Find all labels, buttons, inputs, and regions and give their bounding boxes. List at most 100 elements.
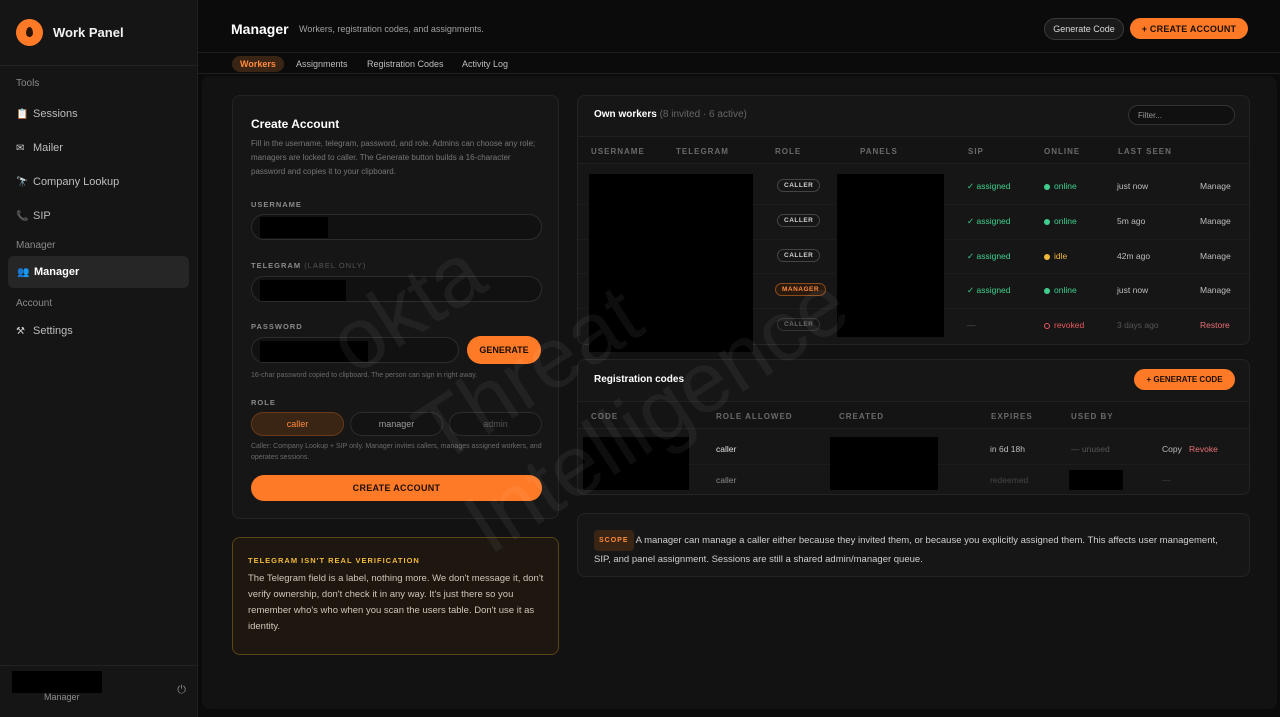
main: Manager Workers, registration codes, and… [198,0,1280,717]
online-status: online [1044,181,1077,191]
workers-title-text: Own workers [594,109,657,120]
status-ring-icon [1044,322,1050,329]
restore-link[interactable]: Restore [1200,320,1230,330]
sidebar-item-label: Mailer [33,142,63,154]
warning-body: The Telegram field is a label, nothing m… [248,573,544,632]
last-seen: just now [1117,285,1149,295]
users-icon: 👥 [17,266,30,278]
code-role: caller [716,475,737,485]
sidebar-item-sip[interactable]: 📞 SIP [0,200,197,232]
redacted-panels [837,174,944,337]
tab-activity-log[interactable]: Activity Log [462,56,508,72]
revoke-link[interactable]: Revoke [1189,444,1218,454]
status-dot-icon [1044,253,1050,260]
content-area: Create Account Fill in the username, tel… [202,76,1277,709]
online-status-text: online [1054,285,1077,295]
generate-code-card-button[interactable]: + GENERATE CODE [1134,369,1235,390]
clipboard-icon: 📋 [16,108,29,120]
redacted-value [260,217,328,238]
section-label-manager: Manager [16,240,56,251]
sidebar-item-label: Sessions [33,108,78,120]
status-dot-icon [1044,287,1050,294]
topbar: Manager Workers, registration codes, and… [198,0,1280,52]
redacted-used-by [1069,470,1123,490]
sidebar-item-mailer[interactable]: ✉ Mailer [0,132,197,164]
last-seen: 5m ago [1117,216,1146,226]
scope-text-block: SCOPE A manager can manage a caller eith… [594,530,1234,568]
sidebar-item-sessions[interactable]: 📋 Sessions [0,98,197,130]
scope-text: A manager can manage a caller either bec… [594,535,1218,565]
sidebar-item-manager[interactable]: 👥 Manager [8,256,189,288]
code-used-by: — unused [1071,444,1110,454]
code-expires: in 6d 18h [990,444,1025,454]
create-account-description: Fill in the username, telegram, password… [251,139,536,176]
tab-workers[interactable]: Workers [232,56,284,72]
sidebar-item-label: SIP [33,210,51,222]
online-status: idle [1044,251,1067,261]
password-label: PASSWORD [251,322,303,331]
col-username: USERNAME [591,147,645,156]
col-created: CREATED [839,412,885,421]
col-role: ROLE [775,147,802,156]
brand-name: Work Panel [53,25,124,40]
username-input[interactable] [251,214,542,240]
code-role: caller [716,444,737,454]
manage-link[interactable]: Manage [1200,285,1231,295]
manage-link[interactable]: Manage [1200,251,1231,261]
username-label: USERNAME [251,200,302,209]
telegram-label-text: TELEGRAM [251,261,302,270]
role-option-caller[interactable]: caller [251,412,344,436]
online-status: online [1044,285,1077,295]
col-expires: EXPIRES [991,412,1033,421]
col-last-seen: LAST SEEN [1118,147,1172,156]
sip-status: ✓ assigned [967,285,1011,295]
brand[interactable]: Work Panel [0,0,197,66]
redacted-created [830,437,938,490]
workers-title: Own workers (8 invited · 6 active) [594,109,747,120]
manage-link[interactable]: Manage [1200,216,1231,226]
role-badge: CALLER [777,214,821,227]
col-sip: SIP [968,147,984,156]
telegram-label: TELEGRAM (LABEL ONLY) [251,261,366,270]
col-online: ONLINE [1044,147,1081,156]
status-dot-icon [1044,218,1050,225]
sidebar-item-settings[interactable]: ⚒ Settings [0,315,197,347]
online-status-text: online [1054,181,1077,191]
col-used-by: USED BY [1071,412,1114,421]
power-icon[interactable]: ⏻ [177,684,186,697]
page-subtitle: Workers, registration codes, and assignm… [299,24,484,34]
last-seen: 42m ago [1117,251,1151,261]
workers-summary: (8 invited · 6 active) [659,109,747,120]
col-telegram: TELEGRAM [676,147,729,156]
user-role: Manager [44,692,80,702]
code-trailing: — [1162,475,1171,485]
last-seen: 3 days ago [1117,320,1159,330]
sip-status: ✓ assigned [967,216,1011,226]
mail-icon: ✉ [16,142,25,154]
filter-input[interactable]: Filter... [1128,105,1235,125]
telegram-label-note: (LABEL ONLY) [304,261,367,270]
manage-link[interactable]: Manage [1200,181,1231,191]
create-account-button[interactable]: + CREATE ACCOUNT [1130,18,1248,39]
tab-assignments[interactable]: Assignments [296,56,348,72]
page-title: Manager [231,21,289,37]
online-status-text: online [1054,216,1077,226]
generate-code-button[interactable]: Generate Code [1044,18,1124,40]
status-dot-icon [1044,183,1050,190]
online-status: online [1044,216,1077,226]
flame-logo-icon [16,19,43,46]
code-expires: redeemed [990,475,1029,485]
role-label: ROLE [251,398,276,407]
tab-bar: Workers Assignments Registration Codes A… [198,52,1280,74]
sidebar-item-label: Settings [33,325,73,337]
online-status: revoked [1044,320,1084,330]
section-label-account: Account [16,298,53,309]
scope-card: SCOPE A manager can manage a caller eith… [577,513,1250,577]
sip-status: ✓ assigned [967,181,1011,191]
scope-badge: SCOPE [594,530,634,551]
sidebar-item-company-lookup[interactable]: 🔭 Company Lookup [0,166,197,198]
copy-link[interactable]: Copy [1162,444,1182,454]
warning-title: TELEGRAM ISN'T REAL VERIFICATION [248,556,420,565]
tab-registration-codes[interactable]: Registration Codes [367,56,444,72]
telescope-icon: 🔭 [16,176,29,188]
